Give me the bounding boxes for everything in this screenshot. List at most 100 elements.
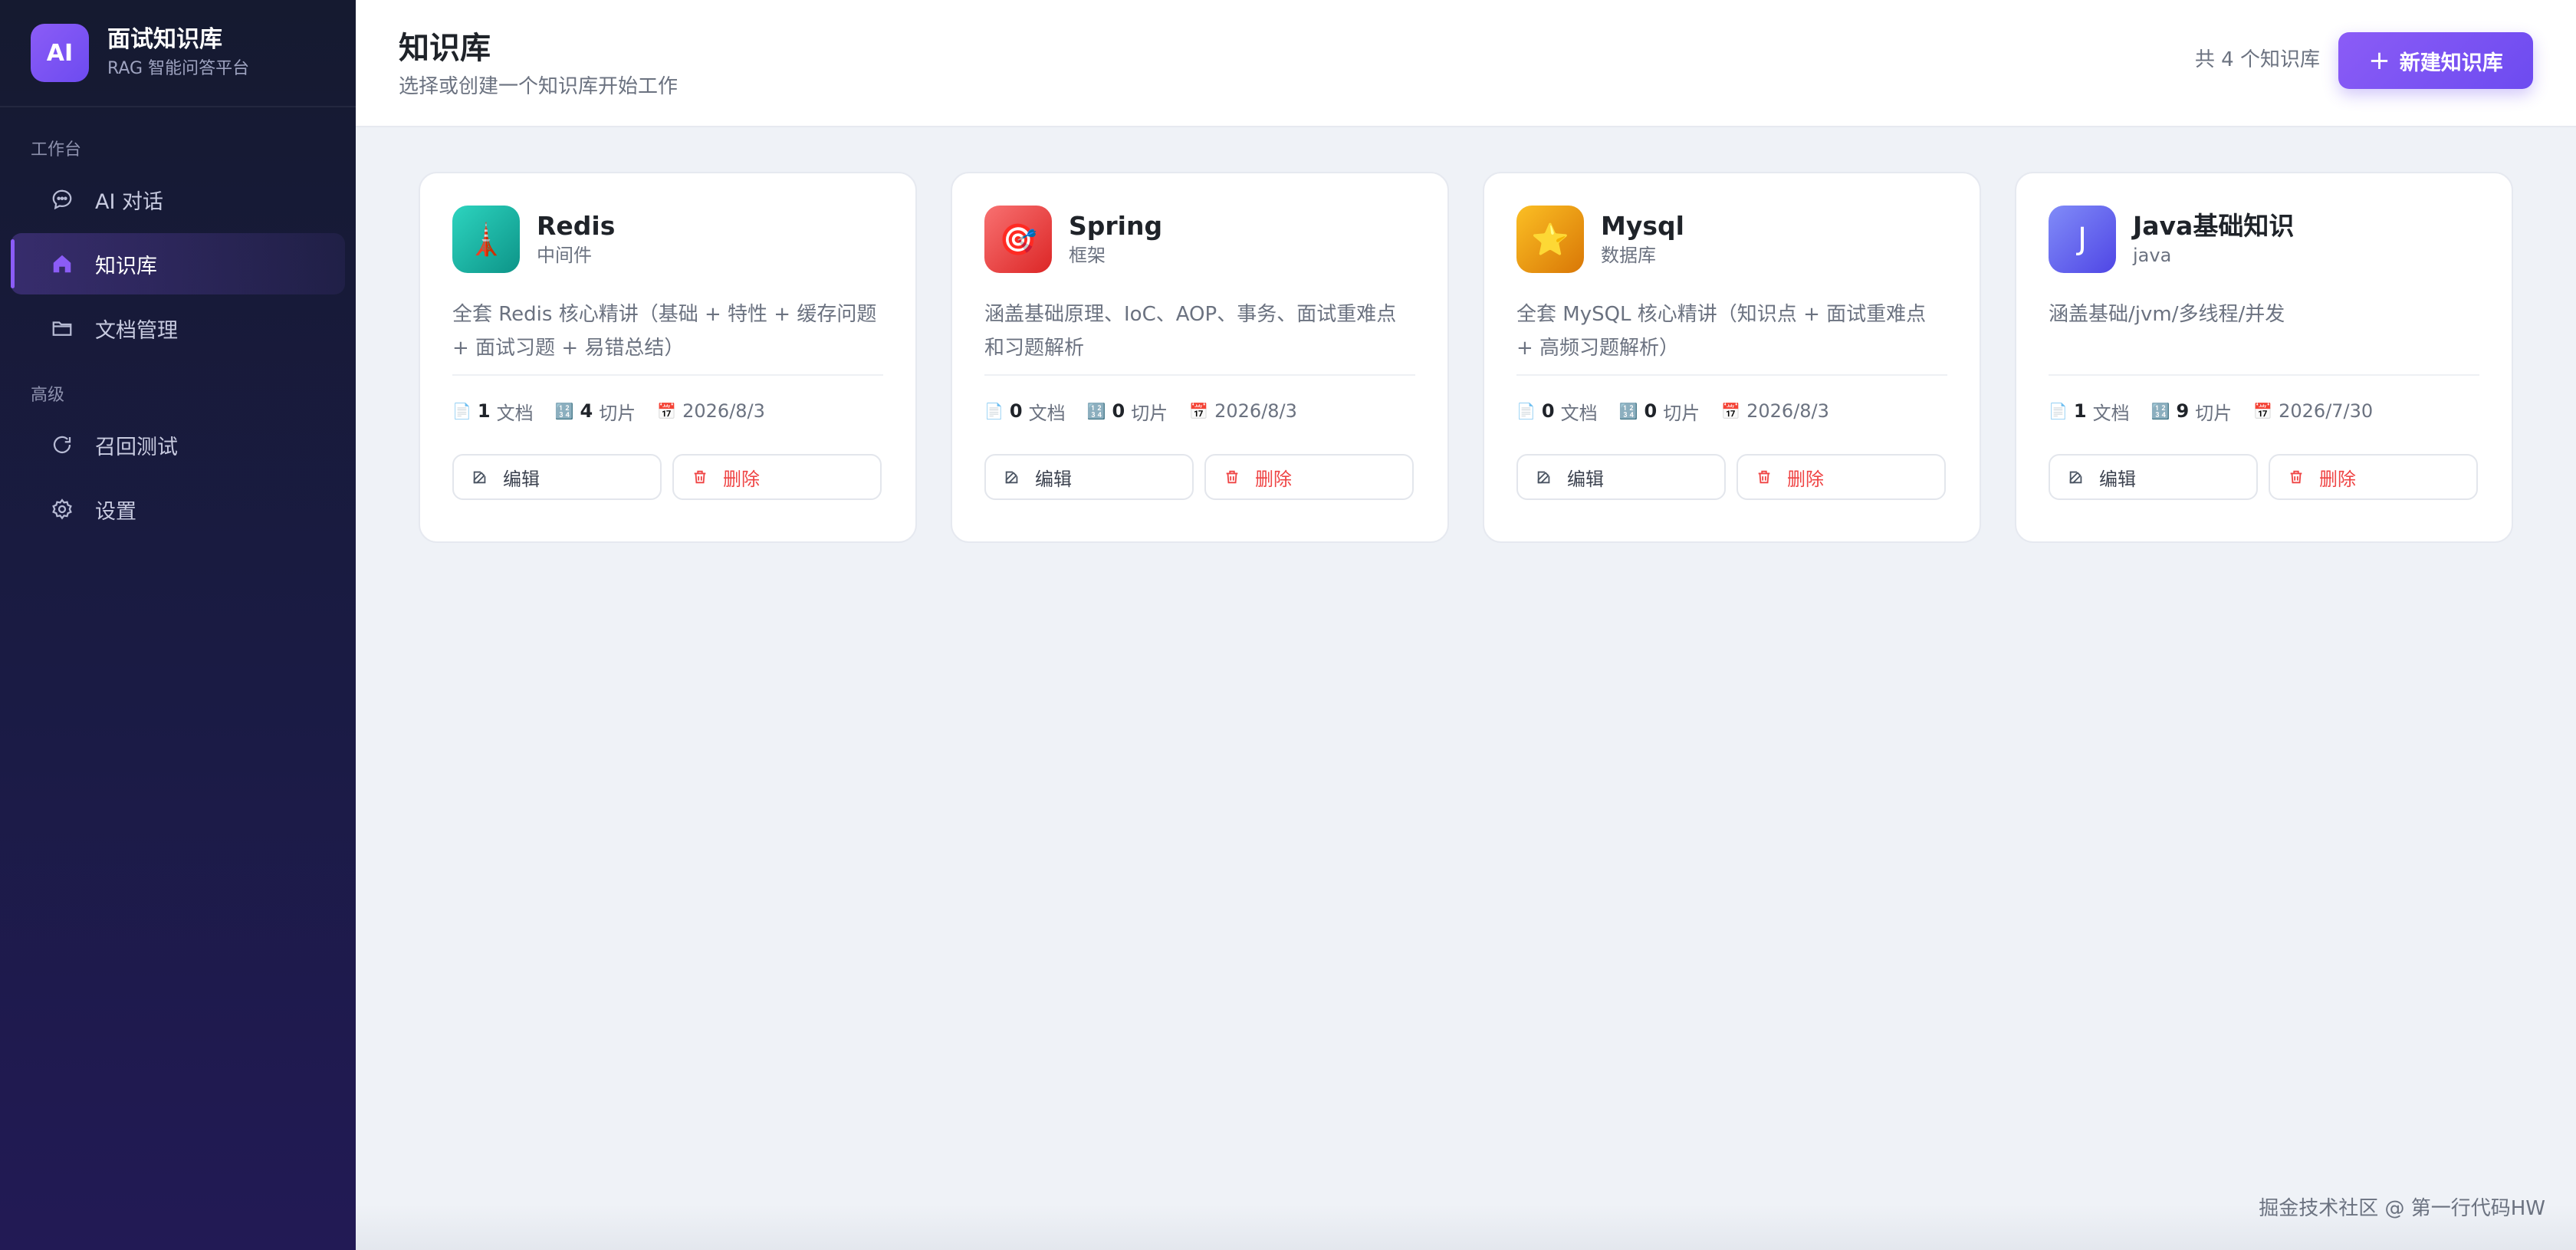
calendar-icon: 📅 <box>657 402 677 420</box>
nav-item-ai-chat[interactable]: AI 对话 <box>11 169 345 230</box>
document-icon: 📄 <box>1516 402 1536 420</box>
kb-count: 共 4 个知识库 <box>2194 48 2320 71</box>
kb-icon: 🎯 <box>984 206 1052 273</box>
kb-category: java <box>2133 245 2172 266</box>
calendar-icon: 📅 <box>1189 402 1209 420</box>
kb-name: Spring <box>1069 211 1163 241</box>
edit-icon <box>471 468 489 486</box>
plus-icon: + <box>2368 45 2390 76</box>
edit-button[interactable]: 编辑 <box>984 454 1194 500</box>
nav-item-documents[interactable]: 文档管理 <box>11 298 345 359</box>
delete-button[interactable]: 删除 <box>672 454 882 500</box>
created-date: 📅 2026/7/30 <box>2253 400 2374 422</box>
doc-count: 📄 1 文档 <box>2049 400 2130 424</box>
delete-button[interactable]: 删除 <box>1737 454 1946 500</box>
document-icon: 📄 <box>452 402 472 420</box>
kb-category: 框架 <box>1069 245 1106 266</box>
created-date: 📅 2026/8/3 <box>657 400 765 422</box>
tower-icon: 🗼 <box>467 222 505 258</box>
sidebar: AI 面试知识库 RAG 智能问答平台 工作台 AI 对话 知识库 文档管理 高… <box>0 0 356 1250</box>
kb-meta: 📄 1 文档 🔢 9 切片 📅 2026/7/30 <box>2049 396 2479 426</box>
kb-card-java[interactable]: J Java基础知识 java 涵盖基础/jvm/多线程/并发 📄 1 文档 🔢 9 切… <box>2015 172 2513 543</box>
kb-icon: 🗼 <box>452 206 520 273</box>
chunk-count: 🔢 0 切片 <box>1618 400 1700 424</box>
numbers-icon: 🔢 <box>554 402 574 420</box>
calendar-icon: 📅 <box>2253 402 2273 420</box>
kb-card-redis[interactable]: 🗼 Redis 中间件 全套 Redis 核心精讲（基础 + 特性 + 缓存问题… <box>419 172 917 543</box>
kb-icon: J <box>2049 206 2116 273</box>
trash-icon <box>691 468 709 486</box>
nav-item-label: 文档管理 <box>95 318 178 343</box>
kb-description: 全套 Redis 核心精讲（基础 + 特性 + 缓存问题 + 面试习题 + 易错… <box>452 303 877 360</box>
kb-card-spring[interactable]: 🎯 Spring 框架 涵盖基础原理、IoC、AOP、事务、面试重难点和习题解析… <box>951 172 1449 543</box>
nav-group-advanced: 高级 <box>31 386 65 405</box>
divider <box>452 374 883 376</box>
created-date: 📅 2026/8/3 <box>1189 400 1297 422</box>
edit-button[interactable]: 编辑 <box>1516 454 1726 500</box>
nav-item-recall-test[interactable]: 召回测试 <box>11 414 345 475</box>
chunk-count: 🔢 0 切片 <box>1086 400 1168 424</box>
nav-item-settings[interactable]: 设置 <box>11 479 345 540</box>
chunk-count: 🔢 9 切片 <box>2150 400 2233 424</box>
divider <box>1516 374 1947 376</box>
kb-category: 数据库 <box>1601 245 1656 266</box>
bottom-shade <box>356 1204 2576 1250</box>
kb-category: 中间件 <box>537 245 592 266</box>
page-header: 知识库 选择或创建一个知识库开始工作 共 4 个知识库 + 新建知识库 <box>356 0 2576 127</box>
document-icon: 📄 <box>2049 402 2068 420</box>
brand-subtitle: RAG 智能问答平台 <box>107 59 250 78</box>
edit-icon <box>1003 468 1021 486</box>
delete-button[interactable]: 删除 <box>2269 454 2478 500</box>
target-icon: 🎯 <box>999 222 1037 258</box>
page-title: 知识库 <box>399 31 491 66</box>
edit-icon <box>1535 468 1553 486</box>
watermark: 掘金技术社区 @ 第一行代码HW <box>2259 1197 2545 1220</box>
edit-button[interactable]: 编辑 <box>452 454 662 500</box>
numbers-icon: 🔢 <box>2150 402 2170 420</box>
star-icon: ⭐ <box>1531 222 1569 258</box>
new-button-label: 新建知识库 <box>2399 51 2503 75</box>
kb-card-mysql[interactable]: ⭐ Mysql 数据库 全套 MySQL 核心精讲（知识点 + 面试重难点 + … <box>1483 172 1981 543</box>
nav-item-label: 召回测试 <box>95 435 178 459</box>
nav-item-label: 知识库 <box>95 254 157 278</box>
nav-group-workbench: 工作台 <box>31 140 82 160</box>
numbers-icon: 🔢 <box>1086 402 1106 420</box>
nav-item-knowledge-base[interactable]: 知识库 <box>11 233 345 294</box>
home-icon <box>49 251 75 277</box>
delete-button[interactable]: 删除 <box>1204 454 1414 500</box>
brand-logo: AI <box>31 24 89 82</box>
kb-description: 涵盖基础原理、IoC、AOP、事务、面试重难点和习题解析 <box>984 303 1397 360</box>
kb-icon: ⭐ <box>1516 206 1584 273</box>
chat-icon <box>49 186 75 212</box>
letter-j-icon: J <box>2078 222 2087 257</box>
numbers-icon: 🔢 <box>1618 402 1638 420</box>
trash-icon <box>1755 468 1773 486</box>
calendar-icon: 📅 <box>1721 402 1741 420</box>
nav-item-label: AI 对话 <box>95 189 164 214</box>
kb-card-grid: 🗼 Redis 中间件 全套 Redis 核心精讲（基础 + 特性 + 缓存问题… <box>419 172 2513 543</box>
doc-count: 📄 0 文档 <box>984 400 1066 424</box>
chunk-count: 🔢 4 切片 <box>554 400 636 424</box>
nav-item-label: 设置 <box>95 499 136 524</box>
doc-count: 📄 0 文档 <box>1516 400 1598 424</box>
folder-icon <box>49 315 75 341</box>
edit-icon <box>2067 468 2085 486</box>
refresh-icon <box>49 432 75 458</box>
kb-name: Java基础知识 <box>2133 211 2295 241</box>
kb-name: Redis <box>537 211 616 241</box>
trash-icon <box>2287 468 2305 486</box>
kb-description: 全套 MySQL 核心精讲（知识点 + 面试重难点 + 高频习题解析） <box>1516 303 1927 360</box>
edit-button[interactable]: 编辑 <box>2049 454 2258 500</box>
kb-name: Mysql <box>1601 211 1684 241</box>
doc-count: 📄 1 文档 <box>452 400 534 424</box>
kb-meta: 📄 0 文档 🔢 0 切片 📅 2026/8/3 <box>984 396 1415 426</box>
gear-icon <box>49 496 75 522</box>
page-subtitle: 选择或创建一个知识库开始工作 <box>399 75 678 98</box>
kb-meta: 📄 1 文档 🔢 4 切片 📅 2026/8/3 <box>452 396 883 426</box>
trash-icon <box>1223 468 1241 486</box>
brand-title: 面试知识库 <box>107 26 222 53</box>
divider <box>984 374 1415 376</box>
new-knowledge-base-button[interactable]: + 新建知识库 <box>2338 32 2533 89</box>
brand[interactable]: AI 面试知识库 RAG 智能问答平台 <box>0 0 356 107</box>
kb-description: 涵盖基础/jvm/多线程/并发 <box>2049 303 2285 326</box>
